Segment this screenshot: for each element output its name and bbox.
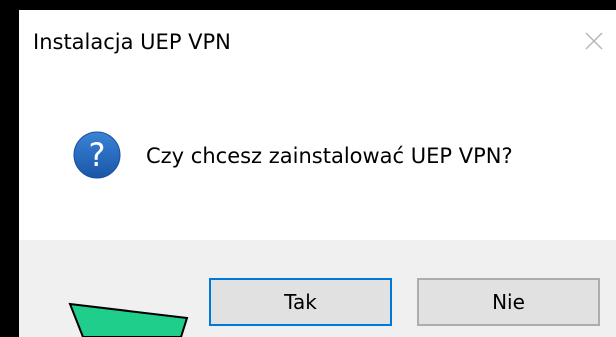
svg-text:?: ?: [89, 136, 106, 174]
window-title: Instalacja UEP VPN: [33, 30, 231, 54]
button-bar: Tak Nie: [19, 240, 616, 337]
title-bar[interactable]: Instalacja UEP VPN: [19, 10, 616, 72]
question-icon: ?: [73, 131, 121, 179]
close-button[interactable]: [576, 20, 612, 60]
no-button[interactable]: Nie: [417, 278, 600, 326]
dialog-content: ? Czy chcesz zainstalować UEP VPN?: [19, 72, 616, 238]
close-icon: [585, 32, 603, 50]
yes-button[interactable]: Tak: [209, 278, 392, 326]
dialog-message: Czy chcesz zainstalować UEP VPN?: [146, 144, 513, 168]
dialog-window: Instalacja UEP VPN ? Czy chcesz zainstal…: [19, 10, 616, 337]
